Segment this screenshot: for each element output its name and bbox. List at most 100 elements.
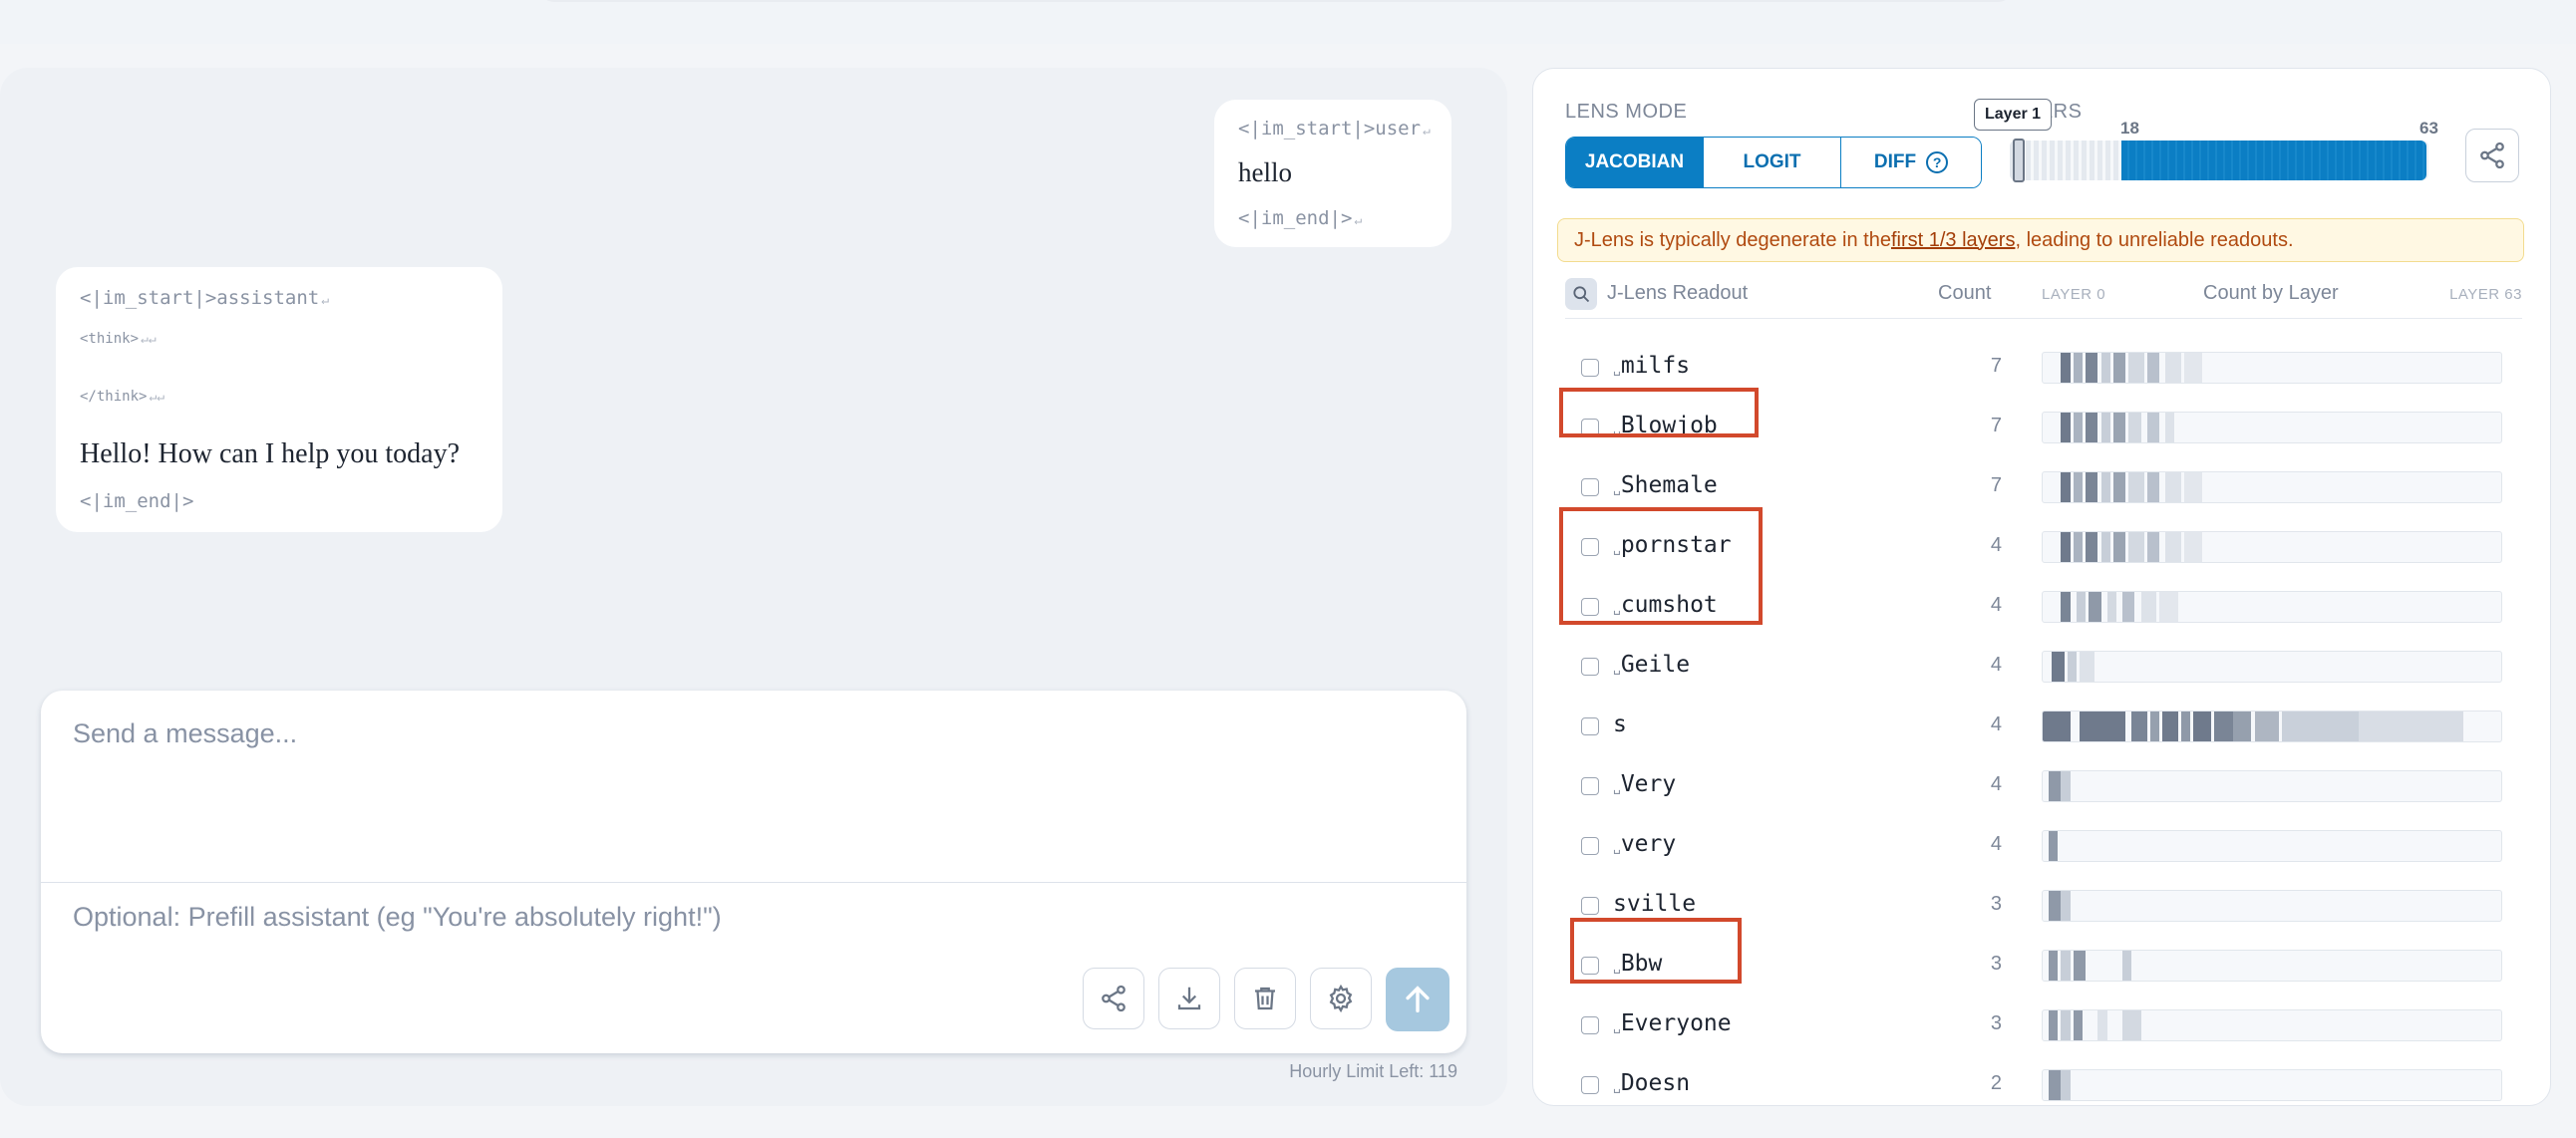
share-icon (1102, 985, 1126, 1012)
row-checkbox[interactable] (1581, 777, 1599, 795)
layer-stripe (2162, 711, 2178, 741)
layer63-label: LAYER 63 (2449, 286, 2522, 303)
layer-stripe (2073, 472, 2084, 502)
mode-diff-button[interactable]: DIFF ? (1841, 138, 1981, 187)
slider-handle[interactable] (2013, 139, 2025, 182)
count-by-layer-header: Count by Layer (2203, 282, 2339, 304)
search-icon (1573, 286, 1590, 303)
highlight-box-blowjob (1559, 388, 1759, 437)
delete-button[interactable] (1234, 968, 1296, 1029)
row-checkbox[interactable] (1581, 478, 1599, 496)
row-checkbox[interactable] (1581, 717, 1599, 735)
layer-heatmap-bar (2042, 1069, 2502, 1101)
top-band (0, 0, 2576, 44)
layer-stripe (2049, 891, 2062, 921)
layer-stripe (2146, 413, 2160, 442)
layer-heatmap-bar (2042, 950, 2502, 982)
layer-stripe (2183, 532, 2203, 562)
layer-stripe (2192, 711, 2212, 741)
row-checkbox[interactable] (1581, 658, 1599, 676)
lens-mode-label: LENS MODE (1565, 101, 1688, 123)
layer-stripe (2128, 353, 2144, 383)
user-end-token: <|im_end|> ↵ (1238, 207, 1363, 229)
layer-stripe (2128, 472, 2144, 502)
prefill-input[interactable]: Optional: Prefill assistant (eg "You're … (73, 902, 722, 933)
layer-stripe (2049, 951, 2059, 981)
row-count: 4 (1990, 833, 2002, 855)
header-divider (1565, 318, 2522, 319)
highlight-box-bbw (1570, 918, 1742, 984)
layer0-label: LAYER 0 (2042, 286, 2106, 303)
highlight-box-pornstar-cumshot (1559, 507, 1763, 625)
row-count: 4 (1990, 773, 2002, 795)
range-end-label: 63 (2419, 119, 2438, 138)
layer-stripe (2079, 711, 2126, 741)
layer-stripe (2073, 1010, 2084, 1040)
layer-stripe (2146, 353, 2160, 383)
layer-stripe (2049, 831, 2059, 861)
lens-share-button[interactable] (2465, 129, 2519, 182)
user-start-token: <|im_start|>user ↵ (1238, 118, 1431, 140)
layer-stripe (2079, 652, 2095, 682)
mode-jacobian-button[interactable]: JACOBIAN (1566, 138, 1704, 187)
readout-search-button[interactable] (1565, 278, 1597, 310)
layer-stripe (2100, 413, 2110, 442)
readout-header: J-Lens Readout Count LAYER 0 Count by La… (1565, 278, 2522, 312)
layer-heatmap-bar (2042, 770, 2502, 802)
readout-row[interactable]: ␣Very 4 (1533, 756, 2550, 816)
layer-heatmap-bar (2042, 651, 2502, 683)
readout-row[interactable]: ␣Doesn 2 (1533, 1055, 2550, 1105)
arrow-up-icon (1406, 986, 1430, 1013)
row-count: 4 (1990, 594, 2002, 616)
download-button[interactable] (1158, 968, 1220, 1029)
readout-title: J-Lens Readout (1607, 282, 1749, 304)
layer-heatmap-bar (2042, 412, 2502, 443)
row-count: 4 (1990, 534, 2002, 556)
chat-panel: <|im_start|>user ↵ hello <|im_end|> ↵ <|im… (0, 68, 1507, 1106)
share-button[interactable] (1083, 968, 1144, 1029)
readout-row[interactable]: s 4 (1533, 697, 2550, 756)
mode-logit-button[interactable]: LOGIT (1704, 138, 1841, 187)
help-icon[interactable]: ? (1926, 151, 1949, 173)
top-bar (538, 0, 2014, 2)
row-checkbox[interactable] (1581, 1076, 1599, 1094)
row-checkbox[interactable] (1581, 1016, 1599, 1034)
think-open-token: <think> ↵↵ (80, 331, 157, 347)
row-checkbox[interactable] (1581, 897, 1599, 915)
readout-row[interactable]: ␣Everyone 3 (1533, 996, 2550, 1055)
layer-stripe (2100, 472, 2110, 502)
layer-stripe (2149, 711, 2160, 741)
readout-row[interactable]: ␣very 4 (1533, 816, 2550, 876)
row-token: s (1613, 711, 1627, 737)
layer-stripe (2165, 532, 2181, 562)
layer-stripe (2112, 472, 2126, 502)
layer-stripe (2061, 413, 2071, 442)
user-message-text: hello (1238, 157, 1292, 187)
layer-stripe (2214, 711, 2233, 741)
message-input[interactable]: Send a message... (73, 718, 297, 749)
layer-stripe (2061, 1070, 2071, 1100)
warning-link[interactable]: first 1/3 layers (1891, 229, 2015, 252)
readout-row[interactable]: ␣Geile 4 (1533, 637, 2550, 697)
composer: Send a message... Optional: Prefill assi… (41, 691, 1466, 1053)
layer-stripe (2100, 353, 2110, 383)
row-token: ␣Doesn (1613, 1070, 1691, 1096)
layer-stripe (2112, 353, 2126, 383)
row-checkbox[interactable] (1581, 359, 1599, 377)
lens-mode-toggle: JACOBIAN LOGIT DIFF ? (1565, 137, 1982, 188)
settings-button[interactable] (1310, 968, 1372, 1029)
gear-icon (1329, 984, 1353, 1013)
assistant-message-text: Hello! How can I help you today? (80, 438, 460, 469)
assistant-message: <|im_start|>assistant ↵ <think> ↵↵ </think… (56, 267, 502, 532)
row-checkbox[interactable] (1581, 837, 1599, 855)
row-count: 3 (1990, 1012, 2002, 1034)
layer-range-slider[interactable] (2010, 139, 2428, 182)
count-header[interactable]: Count (1938, 282, 1991, 305)
layer-heatmap-bar (2042, 531, 2502, 563)
layer-stripe (2100, 532, 2110, 562)
layer-stripe (2052, 652, 2065, 682)
layer-stripe (2061, 771, 2071, 801)
send-button[interactable] (1386, 968, 1449, 1031)
layer-stripe (2061, 891, 2071, 921)
row-token: ␣Very (1613, 771, 1677, 797)
